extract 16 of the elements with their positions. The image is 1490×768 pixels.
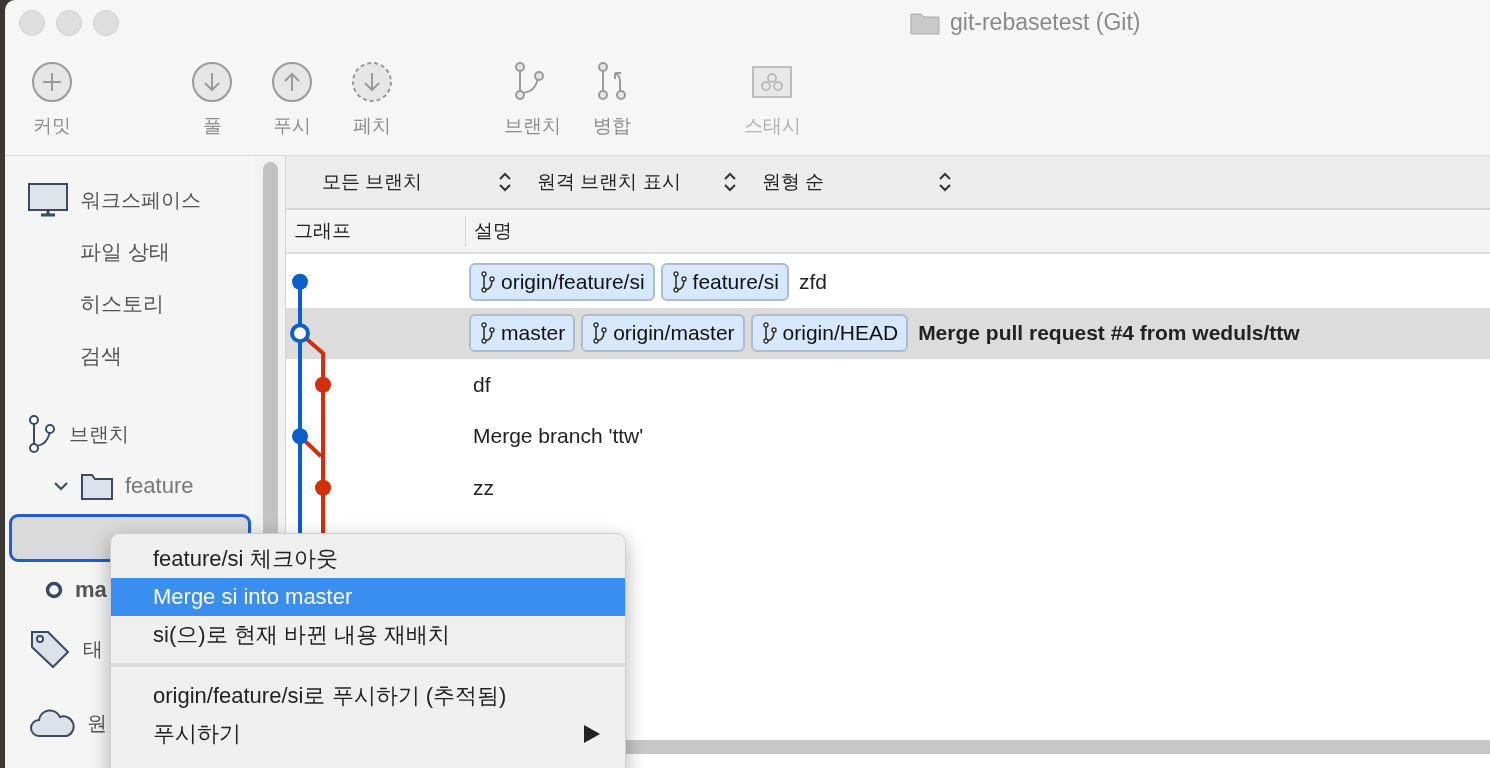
window-title: git-rebasetest (Git) <box>950 9 1141 36</box>
commit-message: zz <box>473 475 494 500</box>
folder-label: feature <box>125 473 194 499</box>
branch-tag: origin/master <box>581 314 745 353</box>
commit-message: Merge branch 'ttw' <box>473 424 644 449</box>
branch-tag: feature/si <box>660 262 789 301</box>
sidebar-heading: 원 <box>87 710 107 736</box>
sidebar-heading: 브랜치 <box>69 421 129 447</box>
commit-message: zfd <box>798 269 827 294</box>
branch-tag: origin/HEAD <box>750 314 909 353</box>
sidebar-heading: 태 <box>83 636 103 662</box>
commit-message: df <box>473 372 491 397</box>
sidebar-heading: 워크스페이스 <box>81 187 201 213</box>
branch-tag: origin/feature/si <box>469 262 655 301</box>
commit-message: Merge pull request #4 from weduls/ttw <box>918 321 1300 346</box>
branch-tag: master <box>469 314 576 353</box>
